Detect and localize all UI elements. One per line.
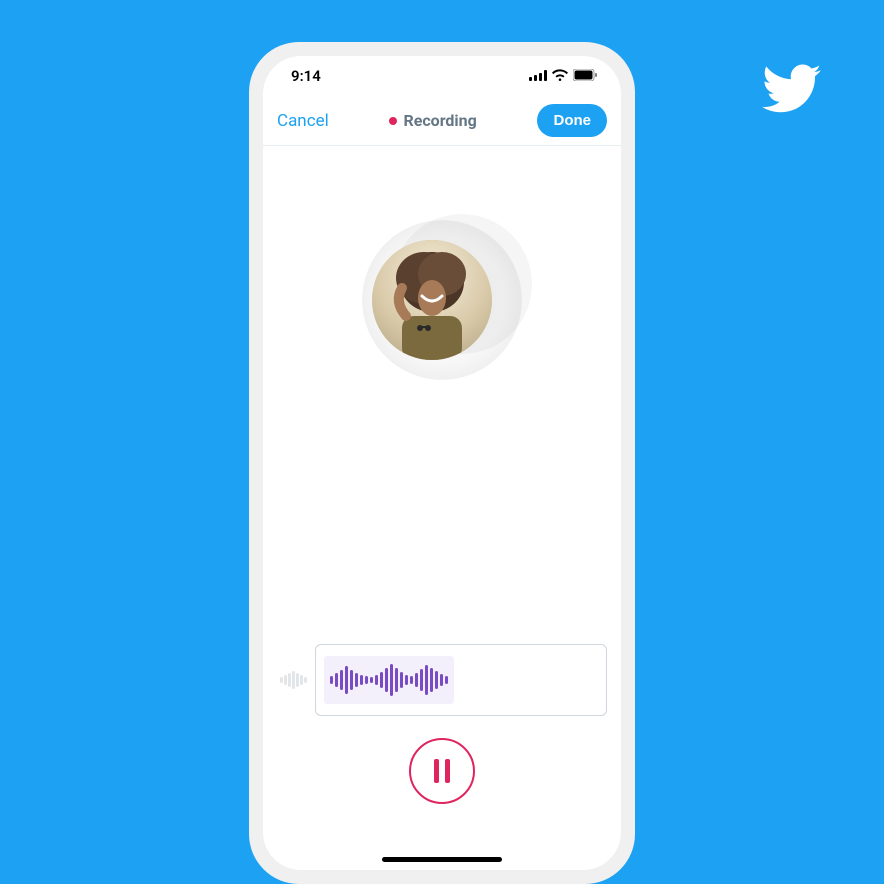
waveform-area (277, 644, 607, 716)
phone-frame: 9:14 Cancel Recording Done (249, 42, 635, 884)
user-avatar (372, 240, 492, 360)
cancel-button[interactable]: Cancel (277, 111, 329, 131)
pause-button[interactable] (409, 738, 475, 804)
waveform-previous-segment (277, 659, 307, 701)
phone-screen: 9:14 Cancel Recording Done (263, 56, 621, 870)
nav-bar: Cancel Recording Done (263, 96, 621, 146)
done-button[interactable]: Done (537, 104, 607, 137)
cellular-signal-icon (529, 67, 547, 85)
twitter-bird-icon (762, 58, 822, 108)
pause-icon (445, 759, 450, 783)
home-indicator (382, 857, 502, 862)
waveform-current-box[interactable] (315, 644, 607, 716)
status-indicators (529, 67, 597, 85)
battery-full-icon (573, 67, 597, 85)
recording-label: Recording (403, 111, 476, 130)
recording-status: Recording (389, 111, 476, 130)
status-time: 9:14 (291, 67, 321, 85)
content-area (263, 146, 621, 870)
pause-icon (434, 759, 439, 783)
status-bar: 9:14 (263, 56, 621, 96)
waveform-current-segment (324, 656, 454, 704)
wifi-icon (552, 67, 568, 85)
record-dot-icon (389, 117, 397, 125)
avatar-pulse (362, 220, 522, 380)
